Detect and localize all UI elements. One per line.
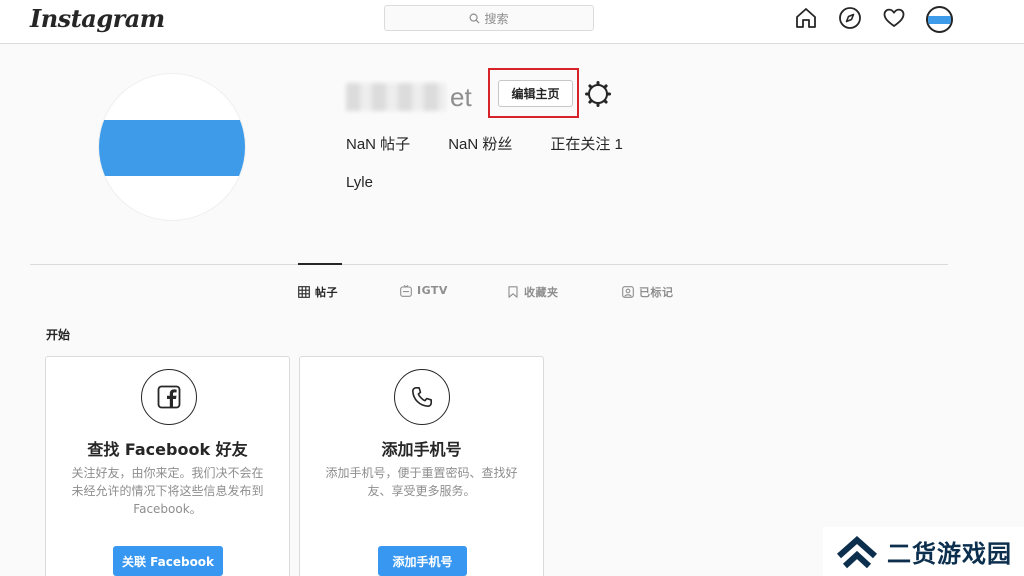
posts-count: NaN 帖子 — [346, 136, 411, 153]
card-desc-line: 友、享受更多服务。 — [367, 484, 476, 498]
username-redacted — [346, 83, 446, 111]
tab-saved[interactable]: 收藏夹 — [507, 284, 559, 300]
profile-avatar[interactable] — [98, 73, 246, 221]
card-desc-line: Facebook。 — [133, 502, 202, 516]
explore-icon[interactable] — [838, 6, 862, 30]
grid-icon — [298, 286, 310, 298]
add-phone-card: 添加手机号 添加手机号，便于重置密码、查找好 友、享受更多服务。 添加手机号 — [299, 356, 544, 576]
phone-icon — [394, 369, 450, 425]
settings-gear-icon[interactable] — [584, 80, 612, 108]
site-watermark: 二货游戏园 — [823, 527, 1024, 576]
profile-avatar-nav[interactable] — [926, 6, 953, 33]
tab-tagged-label: 已标记 — [639, 286, 674, 299]
avatar-band — [99, 120, 245, 176]
edit-profile-button[interactable]: 编辑主页 — [498, 80, 573, 107]
heart-icon[interactable] — [882, 6, 906, 30]
watermark-logo-icon — [837, 535, 877, 568]
username-suffix: et — [450, 81, 472, 112]
tab-posts[interactable]: 帖子 — [298, 284, 338, 300]
tab-tagged[interactable]: 已标记 — [622, 284, 674, 300]
profile-stats: NaN 帖子 NaN 粉丝 正在关注 1 — [346, 133, 661, 154]
watermark-text: 二货游戏园 — [887, 540, 1012, 568]
add-phone-button[interactable]: 添加手机号 — [378, 546, 467, 576]
instagram-logo[interactable]: Instagram — [30, 4, 165, 33]
card-desc-facebook: 关注好友，由你来定。我们决不会在 未经允许的情况下将这些信息发布到 Facebo… — [60, 464, 275, 518]
followers-count[interactable]: NaN 粉丝 — [448, 133, 512, 154]
card-desc-line: 未经允许的情况下将这些信息发布到 — [71, 484, 264, 498]
card-desc-line: 关注好友，由你来定。我们决不会在 — [71, 466, 264, 480]
tabs-divider — [30, 264, 948, 265]
home-icon[interactable] — [794, 6, 818, 30]
getting-started-title: 开始 — [46, 328, 71, 342]
active-tab-indicator — [298, 263, 342, 265]
igtv-icon — [400, 284, 412, 297]
facebook-icon — [141, 369, 197, 425]
search-input[interactable]: 搜索 — [384, 5, 594, 31]
connect-facebook-button[interactable]: 关联 Facebook — [113, 546, 223, 576]
card-title-facebook: 查找 Facebook 好友 — [87, 440, 248, 459]
following-count[interactable]: 正在关注 1 — [550, 133, 623, 154]
full-name: Lyle — [346, 174, 373, 191]
tagged-icon — [622, 286, 634, 298]
card-title-phone: 添加手机号 — [381, 440, 462, 459]
card-desc-phone: 添加手机号，便于重置密码、查找好 友、享受更多服务。 — [310, 464, 533, 500]
bookmark-icon — [508, 286, 518, 298]
tab-posts-label: 帖子 — [315, 286, 338, 299]
top-nav-bar: Instagram 搜索 — [0, 0, 1024, 44]
tab-saved-label: 收藏夹 — [524, 286, 559, 299]
username: et — [346, 80, 472, 114]
tab-igtv[interactable]: IGTV — [400, 284, 448, 297]
search-placeholder: 搜索 — [484, 11, 509, 26]
search-icon — [469, 13, 480, 24]
tab-igtv-label: IGTV — [417, 284, 448, 297]
find-facebook-friends-card: 查找 Facebook 好友 关注好友，由你来定。我们决不会在 未经允许的情况下… — [45, 356, 290, 576]
card-desc-line: 添加手机号，便于重置密码、查找好 — [325, 466, 518, 480]
